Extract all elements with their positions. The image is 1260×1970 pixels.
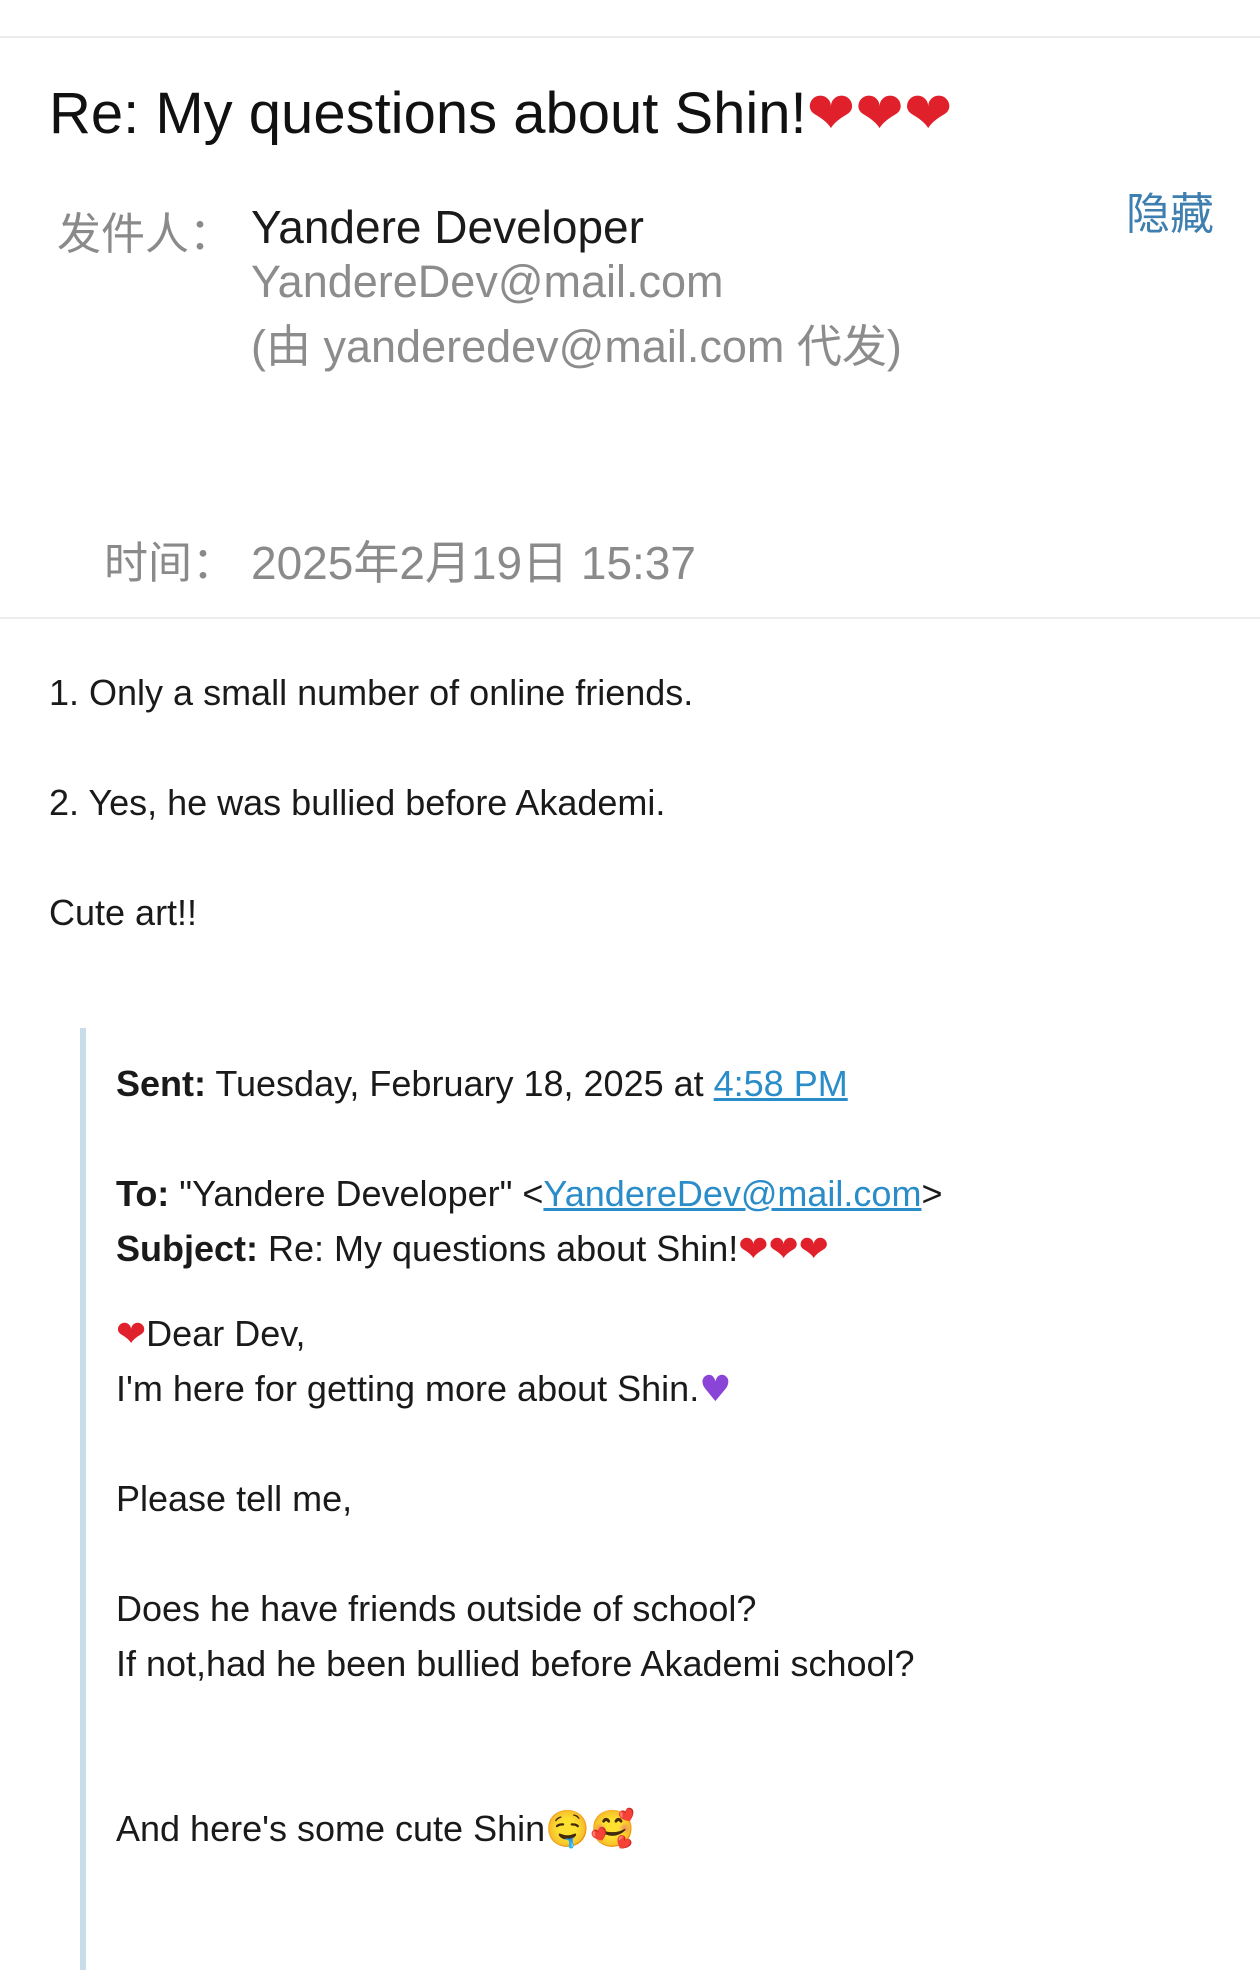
smiling-emoji-icon: 🤤🥰	[545, 1809, 635, 1850]
hide-details-button[interactable]: 隐藏	[1126, 178, 1214, 242]
quoted-to-email-link[interactable]: YandereDev@mail.com	[543, 1173, 921, 1214]
quoted-sent-text: Tuesday, February 18, 2025 at	[206, 1063, 714, 1104]
sender-name[interactable]: Yandere Developer	[251, 200, 644, 254]
quote-bar	[80, 1028, 86, 1970]
quoted-subject-line: Subject: Re: My questions about Shin!❤❤❤	[116, 1228, 829, 1270]
quoted-subject-label: Subject:	[116, 1228, 259, 1269]
sent-on-behalf: (由 yanderedev@mail.com 代发)	[251, 321, 902, 372]
quoted-closing-text: And here's some cute Shin	[116, 1808, 546, 1849]
heart-icon: ❤❤❤	[738, 1229, 829, 1270]
quoted-sent-label: Sent:	[116, 1063, 206, 1104]
quoted-closing: And here's some cute Shin🤤🥰	[116, 1808, 635, 1850]
sender-email[interactable]: YandereDev@mail.com	[251, 256, 724, 308]
sender-label: 发件人：	[57, 210, 233, 259]
body-line-1: 1. Only a small number of online friends…	[49, 672, 694, 713]
quoted-line-here: I'm here for getting more about Shin.♥	[116, 1368, 731, 1410]
quoted-sent-line: Sent: Tuesday, February 18, 2025 at 4:58…	[116, 1063, 848, 1105]
body-line-3: Cute art!!	[49, 892, 198, 933]
quoted-to-label: To:	[116, 1173, 170, 1214]
email-subject: Re: My questions about Shin!❤❤❤	[49, 72, 952, 155]
time-value: 2025年2月19日 15:37	[251, 537, 696, 589]
email-subject-text: Re: My questions about Shin!	[49, 81, 807, 146]
quoted-question-2: If not,had he been bullied before Akadem…	[116, 1643, 915, 1684]
body-line-2: 2. Yes, he was bullied before Akademi.	[49, 782, 666, 823]
quoted-sent-time-link[interactable]: 4:58 PM	[714, 1063, 848, 1104]
quoted-greeting: ❤Dear Dev,	[116, 1313, 306, 1355]
quoted-to-line: To: "Yandere Developer" <YandereDev@mail…	[116, 1173, 942, 1215]
header-divider	[0, 617, 1260, 619]
heart-icon: ❤❤❤	[806, 79, 953, 147]
quoted-question-1: Does he have friends outside of school?	[116, 1588, 757, 1629]
purple-heart-icon: ♥	[699, 1369, 732, 1410]
top-divider	[0, 36, 1260, 38]
quoted-please: Please tell me,	[116, 1478, 353, 1519]
quoted-line-here-text: I'm here for getting more about Shin.	[116, 1368, 700, 1409]
heart-icon: ❤	[116, 1314, 147, 1355]
quoted-to-text: "Yandere Developer" <	[169, 1173, 544, 1214]
quoted-to-close: >	[921, 1173, 943, 1214]
time-label: 时间：	[104, 539, 236, 588]
quoted-subject-text: Re: My questions about Shin!	[258, 1228, 739, 1269]
quoted-greeting-text: Dear Dev,	[146, 1313, 306, 1354]
